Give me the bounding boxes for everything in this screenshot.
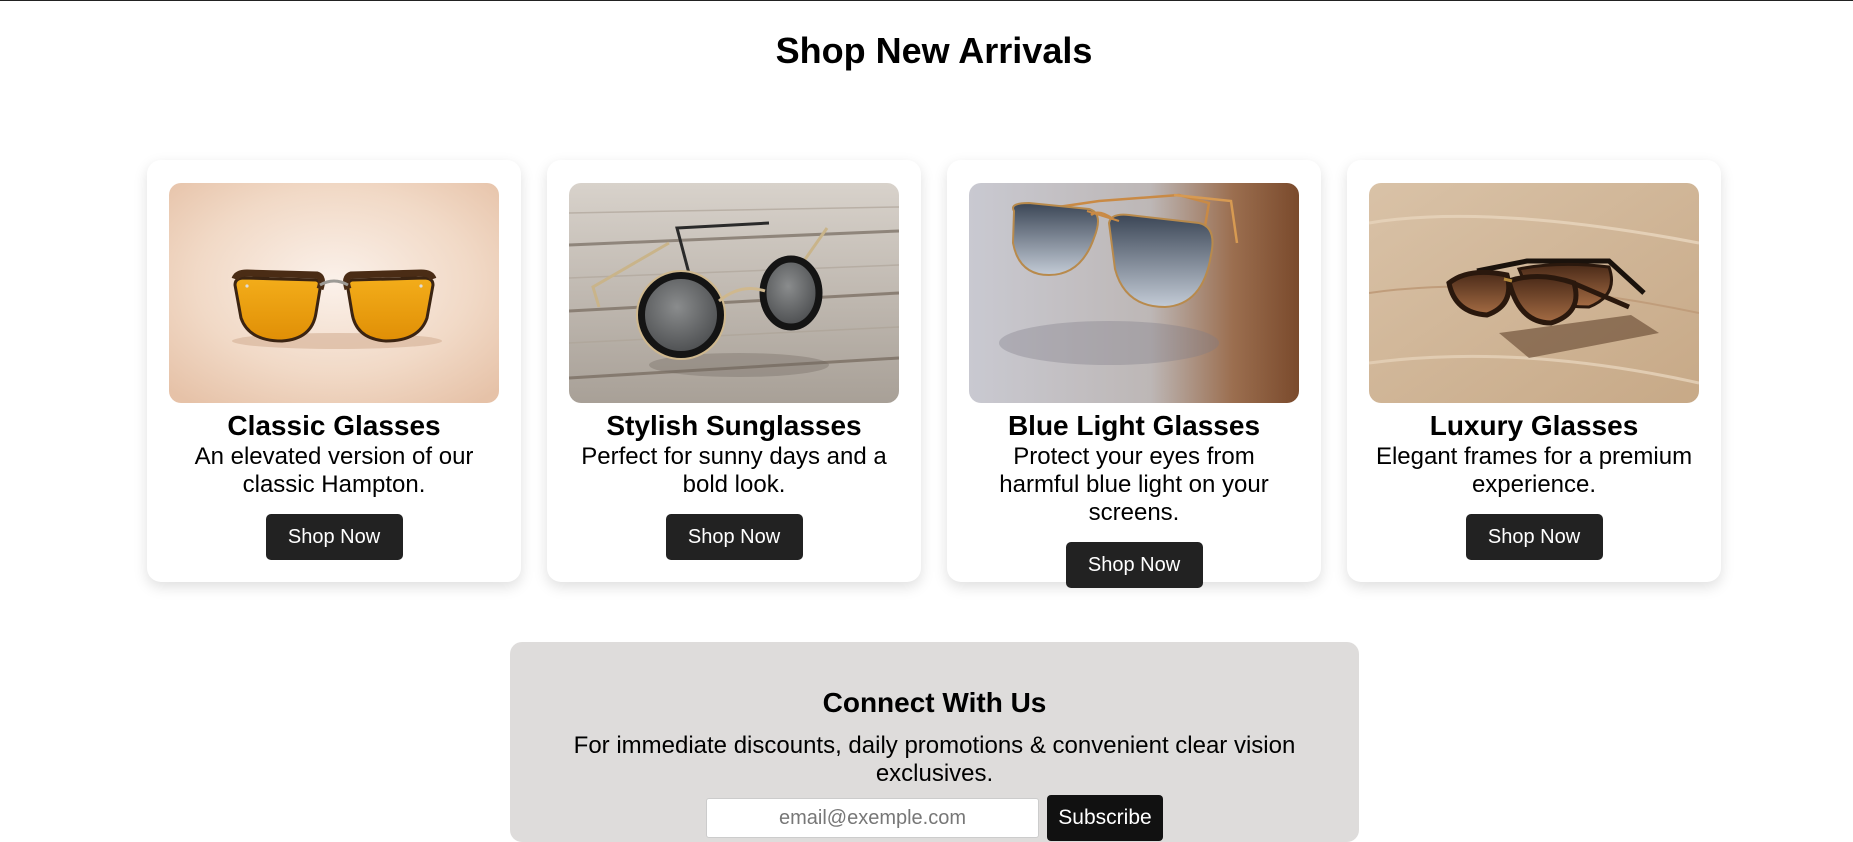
product-title: Luxury Glasses: [1429, 410, 1639, 441]
connect-text: For immediate discounts, daily promotion…: [573, 732, 1296, 787]
product-title: Stylish Sunglasses: [606, 410, 862, 441]
product-description: Protect your eyes from harmful blue ligh…: [999, 443, 1269, 526]
shop-now-button[interactable]: Shop Now: [665, 514, 803, 560]
product-card-blue-light-glasses: Blue Light Glasses Protect your eyes fro…: [947, 160, 1321, 588]
round-sunglasses-image: [569, 183, 899, 403]
product-cards: Classic Glasses An elevated version of o…: [147, 160, 1721, 588]
product-card-classic-glasses: Classic Glasses An elevated version of o…: [147, 160, 521, 582]
shop-now-button[interactable]: Shop Now: [265, 514, 403, 560]
product-card-luxury-glasses: Luxury Glasses Elegant frames for a prem…: [1347, 160, 1721, 582]
product-description: Perfect for sunny days and a bold look.: [581, 443, 887, 498]
email-input[interactable]: [706, 798, 1039, 838]
luxury-sunglasses-image: [1369, 183, 1699, 403]
aviator-glasses-image: [969, 183, 1299, 403]
connect-section: Connect With Us For immediate discounts,…: [510, 642, 1359, 842]
product-description: Elegant frames for a premium experience.: [1375, 443, 1693, 498]
shop-now-button[interactable]: Shop Now: [1065, 542, 1203, 588]
subscribe-form: Subscribe: [510, 795, 1359, 841]
connect-title: Connect With Us: [822, 687, 1047, 718]
top-divider: [0, 0, 1853, 1]
classic-glasses-image: [169, 183, 499, 403]
subscribe-button[interactable]: Subscribe: [1047, 795, 1163, 841]
product-title: Blue Light Glasses: [1007, 410, 1261, 441]
page-title: Shop New Arrivals: [775, 30, 1093, 71]
shop-now-button[interactable]: Shop Now: [1465, 514, 1603, 560]
product-title: Classic Glasses: [227, 410, 441, 441]
product-description: An elevated version of our classic Hampt…: [194, 443, 474, 498]
product-card-stylish-sunglasses: Stylish Sunglasses Perfect for sunny day…: [547, 160, 921, 582]
